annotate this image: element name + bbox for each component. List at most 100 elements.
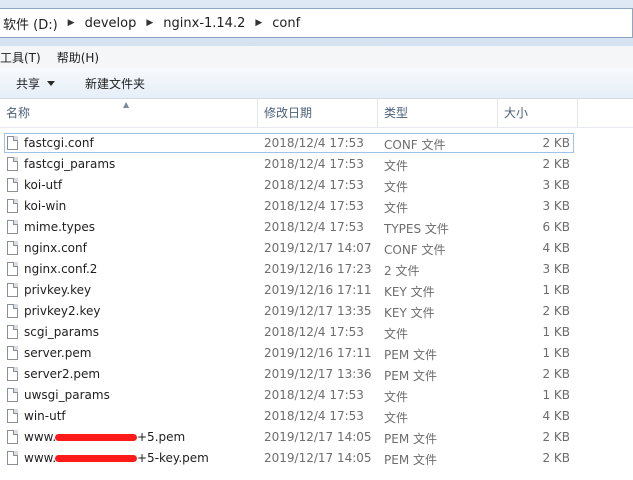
file-type: 文件 [384,327,409,341]
file-name-suffix: +5.pem [137,430,186,444]
file-row[interactable]: mime.types 2018/12/4 17:53 TYPES 文件 6 KB [0,217,633,238]
file-size: 3 KB [542,178,570,192]
file-type: PEM 文件 [384,348,437,362]
file-icon [7,220,18,234]
file-type: PEM 文件 [384,369,437,383]
file-icon [7,409,18,423]
file-size: 2 KB [542,136,570,150]
address-bar-area: 软件 (D:) ▶ develop ▶ nginx-1.14.2 ▶ conf [0,0,633,46]
command-bar: 共享 新建文件夹 [0,68,633,99]
file-name: koi-utf [24,178,63,192]
file-name: privkey2.key [24,304,101,318]
breadcrumb-separator-icon[interactable]: ▶ [146,18,153,28]
file-row[interactable]: nginx.conf.2 2019/12/16 17:23 2 文件 3 KB [0,259,633,280]
column-header-type[interactable]: 类型 [378,99,498,127]
file-row[interactable]: koi-utf 2018/12/4 17:53 文件 3 KB [0,175,633,196]
file-type: 文件 [384,390,409,404]
file-name: nginx.conf [24,241,87,255]
file-icon [7,136,18,150]
file-size: 2 KB [542,430,570,444]
file-icon [7,199,18,213]
file-modified-date: 2018/12/4 17:53 [264,409,364,423]
file-modified-date: 2018/12/4 17:53 [264,136,364,150]
breadcrumb-develop[interactable]: develop [85,16,137,31]
file-name: mime.types [24,220,95,234]
file-row[interactable]: fastcgi_params 2018/12/4 17:53 文件 2 KB [0,154,633,175]
file-icon [7,451,18,465]
file-modified-date: 2019/12/17 13:36 [264,367,372,381]
file-name: server.pem [24,346,92,360]
file-size: 1 KB [542,325,570,339]
file-modified-date: 2019/12/16 17:23 [264,262,372,276]
file-row[interactable]: uwsgi_params 2018/12/4 17:53 文件 1 KB [0,385,633,406]
column-header-modified[interactable]: 修改日期 [258,99,378,127]
redaction-mark [55,434,137,441]
file-size: 6 KB [542,220,570,234]
address-bar[interactable]: 软件 (D:) ▶ develop ▶ nginx-1.14.2 ▶ conf [0,8,633,38]
file-row[interactable]: server2.pem 2019/12/17 13:36 PEM 文件 2 KB [0,364,633,385]
breadcrumb-separator-icon[interactable]: ▶ [255,18,262,28]
file-size: 1 KB [542,388,570,402]
breadcrumb-nginx[interactable]: nginx-1.14.2 [163,16,245,31]
file-size: 2 KB [542,367,570,381]
file-name: server2.pem [24,367,101,381]
file-size: 2 KB [542,304,570,318]
chevron-down-icon [47,80,56,86]
share-label: 共享 [16,76,41,91]
file-icon [7,262,18,276]
file-row[interactable]: nginx.conf 2019/12/17 14:07 CONF 文件 4 KB [0,238,633,259]
file-size: 4 KB [542,409,570,423]
file-size: 2 KB [542,451,570,465]
breadcrumb-drive[interactable]: 软件 (D:) [3,14,58,33]
menu-bar: 工具(T) 帮助(H) [0,46,633,69]
file-icon [7,430,18,444]
file-size: 3 KB [542,262,570,276]
file-row[interactable]: privkey2.key 2019/12/17 13:35 KEY 文件 2 KB [0,301,633,322]
column-header-size[interactable]: 大小 [498,99,578,127]
menu-help[interactable]: 帮助(H) [57,49,107,66]
file-modified-date: 2018/12/4 17:53 [264,220,364,234]
file-icon [7,178,18,192]
file-name: scgi_params [24,325,99,339]
file-row[interactable]: koi-win 2018/12/4 17:53 文件 3 KB [0,196,633,217]
menu-tools[interactable]: 工具(T) [0,49,49,66]
file-type: 文件 [384,411,409,425]
file-row[interactable]: www. +5.pem 2019/12/17 14:05 PEM 文件 2 KB [0,427,633,448]
file-row[interactable]: www. +5-key.pem 2019/12/17 14:05 PEM 文件 2 KB [0,448,633,469]
file-name-suffix: +5-key.pem [137,451,209,465]
file-modified-date: 2018/12/4 17:53 [264,388,364,402]
sort-ascending-icon: ▲ [123,100,130,109]
file-row[interactable]: fastcgi.conf 2018/12/4 17:53 CONF 文件 2 KB [0,133,633,154]
redaction-mark [55,455,137,462]
file-type: PEM 文件 [384,453,437,467]
file-row[interactable]: privkey.key 2019/12/16 17:11 KEY 文件 1 KB [0,280,633,301]
file-size: 1 KB [542,283,570,297]
file-type: 2 文件 [384,264,420,278]
file-modified-date: 2019/12/17 13:35 [264,304,372,318]
breadcrumb-conf[interactable]: conf [272,16,300,31]
file-icon [7,367,18,381]
file-icon [7,283,18,297]
file-modified-date: 2019/12/17 14:05 [264,451,372,465]
column-header-row: 名称 修改日期 类型 大小 [0,99,633,128]
file-icon [7,325,18,339]
file-type: 文件 [384,159,409,173]
file-name: www. [24,430,57,444]
file-row[interactable]: scgi_params 2018/12/4 17:53 文件 1 KB [0,322,633,343]
new-folder-button[interactable]: 新建文件夹 [85,75,145,92]
file-icon [7,346,18,360]
file-name: koi-win [24,199,67,213]
file-row[interactable]: win-utf 2018/12/4 17:53 文件 4 KB [0,406,633,427]
file-modified-date: 2018/12/4 17:53 [264,325,364,339]
file-row[interactable]: server.pem 2019/12/16 17:11 PEM 文件 1 KB [0,343,633,364]
breadcrumb-separator-icon[interactable]: ▶ [68,18,75,28]
file-name: fastcgi_params [24,157,116,171]
file-modified-date: 2019/12/16 17:11 [264,346,372,360]
share-button[interactable]: 共享 [16,75,56,92]
file-icon [7,241,18,255]
file-type: TYPES 文件 [384,222,449,236]
file-size: 3 KB [542,199,570,213]
file-type: 文件 [384,180,409,194]
file-name: uwsgi_params [24,388,110,402]
file-icon [7,388,18,402]
